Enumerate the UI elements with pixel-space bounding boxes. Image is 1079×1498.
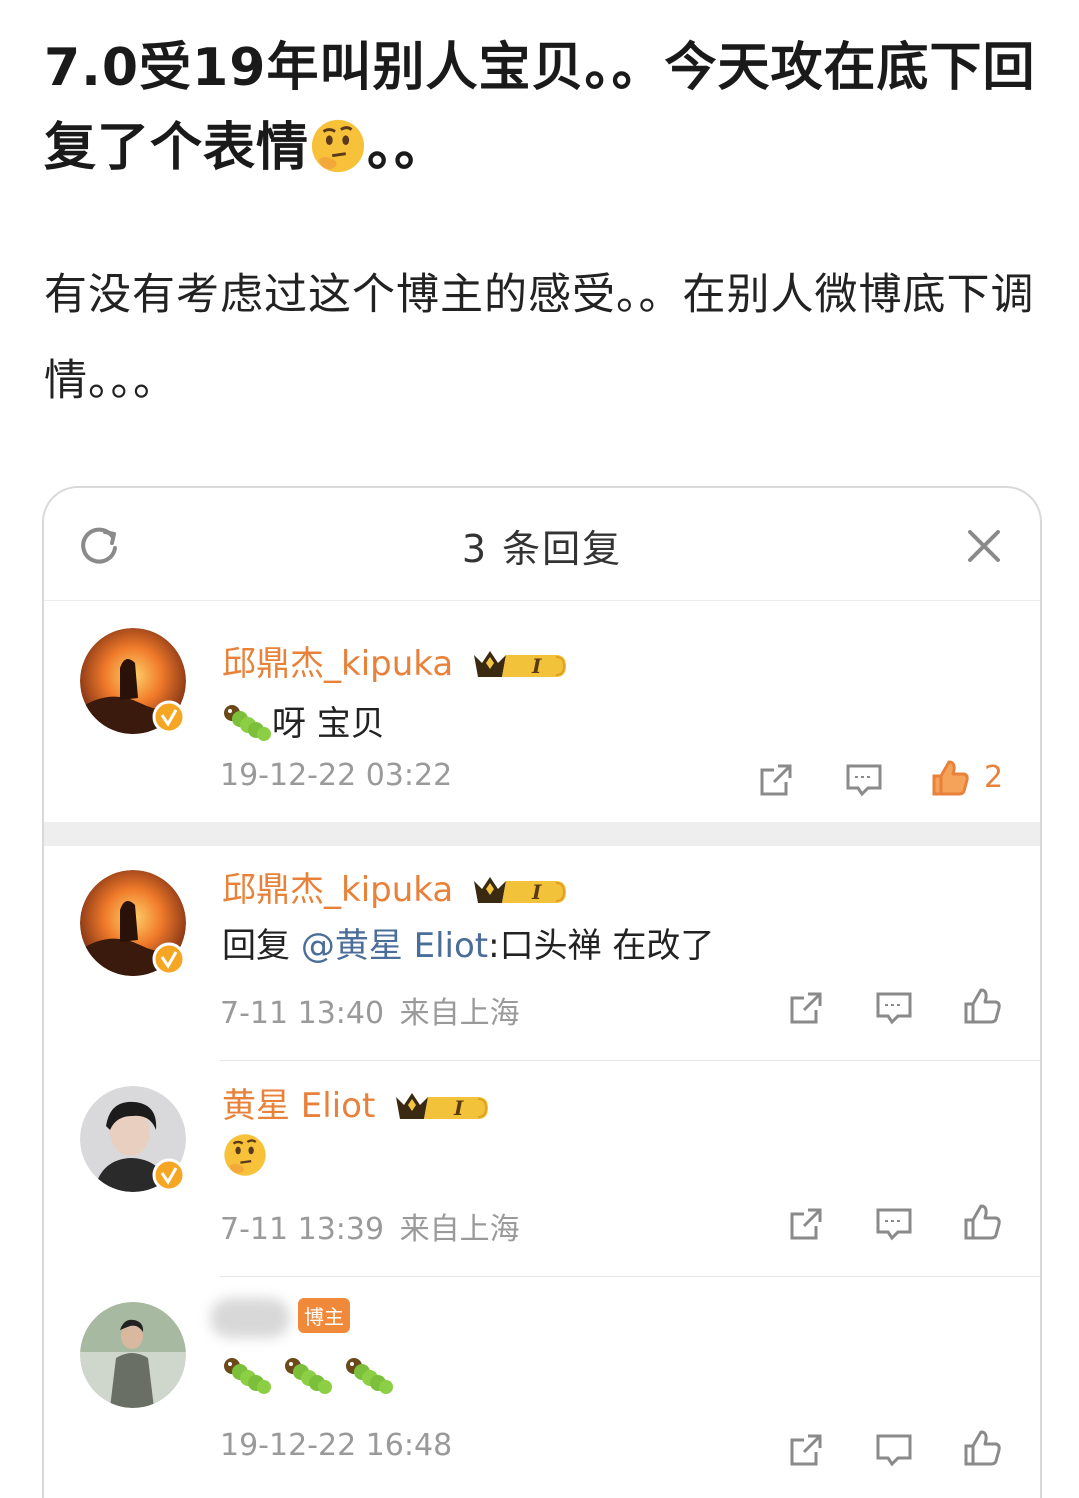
reply-prefix: 回复	[222, 926, 290, 966]
member-crown-badge-icon: I	[396, 1093, 489, 1120]
timestamp: 7-11 13:40 来自上海	[220, 988, 520, 1032]
like-icon[interactable]	[962, 1202, 1002, 1242]
comment-item: 博主 19-12-22 16:48	[44, 1278, 1040, 1498]
comment-item: 邱鼎杰_kipuka I 呀 宝贝 19-12-22 03:22 2	[44, 600, 1040, 822]
comment-text: :口头禅 在改了	[488, 926, 715, 966]
like-icon[interactable]	[962, 1428, 1002, 1468]
avatar[interactable]	[80, 628, 186, 734]
panel-title: 3 条回复	[461, 527, 623, 571]
location-text: 来自上海	[399, 996, 520, 1031]
author-badge: 博主	[298, 1298, 350, 1333]
avatar-image	[80, 1302, 186, 1408]
post-body: 有没有考虑过这个博主的感受。。在别人微博底下调情。。。	[44, 270, 1035, 406]
username[interactable]: 邱鼎杰_kipuka I	[222, 862, 568, 911]
timestamp: 7-11 13:39 来自上海	[220, 1204, 520, 1248]
caterpillar-emoji-icon	[284, 1358, 332, 1394]
share-icon[interactable]	[786, 988, 826, 1028]
timestamp: 19-12-22 03:22	[220, 758, 453, 793]
username-text[interactable]: 邱鼎杰_kipuka	[222, 870, 453, 910]
comment-content: 呀 宝贝	[222, 696, 385, 745]
caterpillar-emoji-icon	[224, 1358, 271, 1394]
timestamp: 19-12-22 16:48	[220, 1428, 453, 1463]
panel-header: 3 条回复	[44, 488, 1040, 601]
verified-badge-icon	[152, 942, 186, 976]
username[interactable]: 邱鼎杰_kipuka I	[222, 636, 568, 685]
verified-badge-icon	[152, 700, 186, 734]
like-icon[interactable]	[962, 986, 1002, 1026]
share-icon[interactable]	[756, 760, 796, 800]
like-count: 2	[984, 760, 1004, 795]
thinking-face-icon	[311, 119, 365, 173]
section-gap	[44, 822, 1040, 846]
thinking-face-icon	[224, 1134, 266, 1176]
comment-content: 回复 @黄星 Eliot:口头禅 在改了	[222, 918, 714, 967]
caterpillar-emoji-icon	[345, 1358, 393, 1394]
close-icon[interactable]	[964, 526, 1004, 566]
post-title: 7.0受19年叫别人宝贝。。今天攻在底下回复了个表情。。	[44, 28, 1044, 188]
comment-item: 邱鼎杰_kipuka I 回复 @黄星 Eliot:口头禅 在改了 7-11 1…	[44, 846, 1040, 1062]
post-title-tail: 。。	[367, 118, 448, 178]
comment-icon[interactable]	[874, 988, 914, 1028]
comment-icon[interactable]	[874, 1430, 914, 1470]
badge-level: I	[453, 1096, 464, 1120]
location-text: 来自上海	[399, 1212, 520, 1247]
verified-badge-icon	[152, 1158, 186, 1192]
divider	[220, 1060, 1040, 1061]
caterpillar-emoji-icon	[224, 705, 271, 741]
share-icon[interactable]	[786, 1204, 826, 1244]
username-text[interactable]: 邱鼎杰_kipuka	[222, 644, 453, 684]
share-icon[interactable]	[786, 1430, 826, 1470]
comment-icon[interactable]	[844, 760, 884, 800]
like-icon[interactable]	[930, 758, 970, 798]
post-title-text: 7.0受19年叫别人宝贝。。今天攻在底下回复了个表情	[44, 38, 1036, 178]
avatar[interactable]	[80, 1302, 186, 1408]
comment-content	[222, 1356, 394, 1403]
replies-panel: 3 条回复 邱鼎杰_kipuka I 呀 宝贝 19-12-22 03:22 2…	[42, 486, 1042, 1498]
comment-content	[222, 1132, 268, 1187]
mention-link[interactable]: @黄星 Eliot	[301, 926, 488, 966]
divider	[220, 1276, 1040, 1277]
username[interactable]: 黄星 Eliot I	[222, 1078, 490, 1127]
badge-level: I	[531, 880, 542, 904]
blurred-username	[210, 1298, 290, 1338]
comment-item: 黄星 Eliot I 7-11 13:39 来自上海	[44, 1062, 1040, 1278]
member-crown-badge-icon: I	[474, 877, 567, 904]
comment-icon[interactable]	[874, 1204, 914, 1244]
avatar[interactable]	[80, 1086, 186, 1192]
badge-level: I	[531, 654, 542, 678]
member-crown-badge-icon: I	[474, 651, 567, 678]
timestamp-text: 7-11 13:39	[220, 1212, 385, 1247]
timestamp-text: 7-11 13:40	[220, 996, 385, 1031]
avatar[interactable]	[80, 870, 186, 976]
username-text[interactable]: 黄星 Eliot	[222, 1086, 375, 1126]
comment-text: 呀 宝贝	[272, 704, 385, 744]
